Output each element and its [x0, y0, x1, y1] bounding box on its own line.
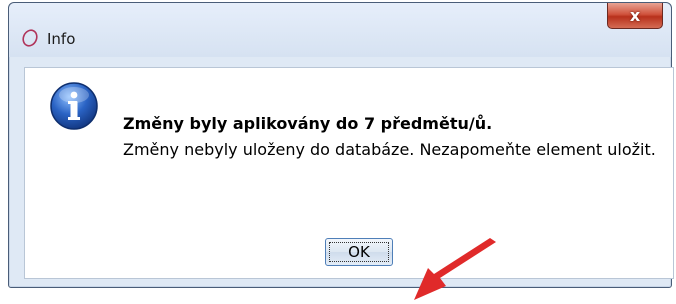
dialog-content: Změny byly aplikovány do 7 předmětu/ů. Z… — [24, 67, 674, 300]
title-bar: Info x — [9, 3, 671, 57]
oval-ring-icon — [22, 29, 38, 47]
red-arrow-icon — [414, 238, 496, 300]
close-button[interactable]: x — [607, 3, 663, 29]
info-dialog: Info x Změny byly aplikovány do 7 předmě… — [8, 2, 674, 300]
ok-button[interactable]: OK — [325, 238, 393, 266]
window-title: Info — [47, 30, 76, 48]
message-text: Změny nebyly uloženy do databáze. Nezapo… — [123, 140, 656, 159]
close-icon: x — [629, 6, 641, 25]
message-title: Změny byly aplikovány do 7 předmětu/ů. — [123, 114, 493, 133]
info-icon — [50, 82, 98, 130]
